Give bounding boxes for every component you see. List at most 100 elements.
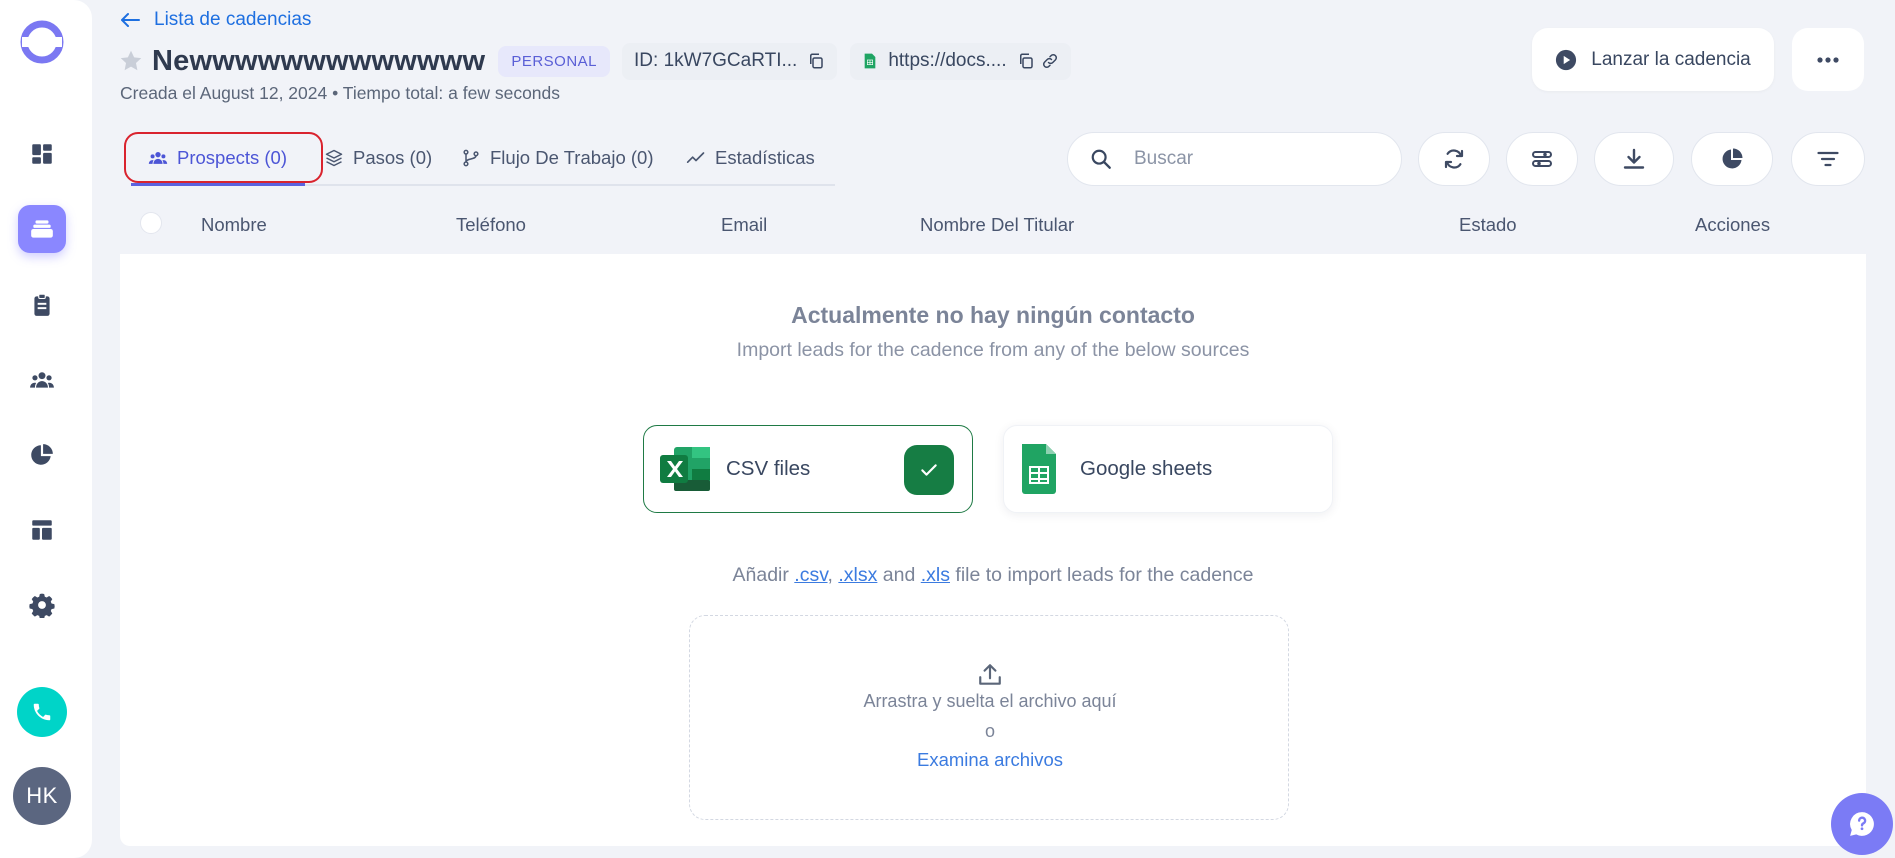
cadence-title: Newwwwwwwwwwwww — [152, 44, 486, 77]
hint-text: , — [827, 564, 839, 586]
avatar[interactable]: HK — [13, 767, 71, 825]
column-name: Nombre — [201, 214, 267, 235]
type-badge: PERSONAL — [498, 45, 611, 77]
search-input[interactable] — [1134, 148, 1364, 170]
copy-icon[interactable] — [1017, 52, 1035, 70]
nav-templates[interactable] — [18, 506, 66, 554]
csv-link[interactable]: .csv — [794, 564, 827, 586]
more-horizontal-icon — [1817, 56, 1839, 63]
play-icon — [1556, 49, 1577, 70]
download-icon — [1623, 148, 1645, 169]
active-tab-indicator — [131, 183, 305, 186]
people-icon — [148, 152, 168, 164]
file-dropzone[interactable]: Arrastra y suelta el archivo aquí o Exam… — [689, 615, 1289, 820]
google-sheets-icon — [864, 53, 876, 69]
empty-subtitle: Import leads for the cadence from any of… — [736, 339, 1250, 361]
nav-cadences[interactable] — [18, 205, 66, 253]
analytics-button[interactable] — [1691, 132, 1773, 186]
app-logo[interactable] — [18, 18, 66, 66]
dashboard-icon — [32, 144, 52, 164]
hint-text: file to import leads for the cadence — [950, 564, 1254, 586]
xlsx-link[interactable]: .xlsx — [838, 564, 877, 586]
tab-label: Pasos (0) — [353, 147, 433, 168]
nav-reports[interactable] — [18, 431, 66, 479]
xls-link[interactable]: .xls — [921, 564, 950, 586]
nav-settings[interactable] — [18, 581, 66, 629]
nav-people[interactable] — [18, 356, 66, 404]
git-branch-icon — [463, 149, 479, 167]
nav-tasks[interactable] — [18, 281, 66, 329]
upload-icon — [979, 664, 1001, 685]
star-icon[interactable] — [118, 48, 144, 74]
csv-label: CSV files — [726, 457, 811, 480]
phone-icon — [33, 703, 51, 721]
tab-workflow[interactable]: Flujo De Trabajo (0) — [461, 132, 653, 184]
browse-files-link[interactable]: Examina archivos — [690, 749, 1290, 771]
created-info: Creada el August 12, 2024 • Tiempo total… — [120, 83, 561, 103]
google-sheets-icon — [1022, 444, 1056, 494]
clipboard-icon — [34, 293, 50, 316]
cadences-icon — [31, 220, 53, 238]
refresh-button[interactable] — [1418, 132, 1490, 186]
refresh-icon — [1444, 149, 1464, 169]
download-button[interactable] — [1594, 132, 1674, 186]
search-box — [1067, 132, 1402, 186]
pie-chart-icon — [1722, 148, 1743, 169]
pie-chart-icon — [31, 444, 53, 465]
tab-bar: Prospects (0) Pasos (0) Flujo De Trabajo… — [131, 132, 835, 186]
launch-cadence-button[interactable]: Lanzar la cadencia — [1532, 28, 1774, 91]
filter-button[interactable] — [1791, 132, 1865, 186]
csv-source-card[interactable]: CSV files — [643, 425, 973, 513]
or-label: o — [984, 721, 995, 741]
trend-line-icon — [686, 152, 705, 163]
copy-icon[interactable] — [807, 52, 825, 70]
layers-icon — [325, 149, 343, 167]
selected-check — [904, 445, 954, 495]
column-phone: Teléfono — [456, 214, 526, 235]
tab-prospects[interactable]: Prospects (0) — [148, 132, 287, 184]
filter-icon — [1817, 151, 1839, 167]
table-header: Nombre Teléfono Email Nombre Del Titular… — [120, 208, 1866, 248]
launch-label: Lanzar la cadencia — [1591, 48, 1751, 70]
gear-icon — [29, 593, 55, 618]
sheet-link-text[interactable]: https://docs.... — [888, 50, 1006, 72]
back-to-cadence-list[interactable]: Lista de cadencias — [120, 9, 311, 31]
google-sheets-label: Google sheets — [1080, 457, 1213, 480]
sidebar: HK — [0, 0, 92, 858]
tab-label: Estadísticas — [715, 147, 815, 168]
link-icon[interactable] — [1041, 52, 1059, 70]
column-actions: Acciones — [1695, 214, 1771, 235]
hint-text: and — [877, 564, 921, 586]
sheet-link-chip: https://docs.... — [850, 42, 1071, 80]
hint-text: Añadir — [732, 564, 795, 586]
file-type-hint: Añadir .csv, .xlsx and .xls file to impo… — [120, 564, 1866, 587]
settings-toggle-button[interactable] — [1506, 132, 1578, 186]
column-owner: Nombre Del Titular — [920, 214, 1075, 235]
sliders-icon — [1532, 151, 1552, 167]
google-sheets-source-card[interactable]: Google sheets — [1003, 425, 1333, 513]
tab-label: Flujo De Trabajo (0) — [490, 147, 654, 168]
tab-label: Prospects (0) — [177, 147, 288, 168]
empty-title: Actualmente no hay ningún contacto — [791, 302, 1195, 328]
layout-icon — [32, 520, 52, 540]
call-button[interactable] — [17, 687, 67, 737]
tab-statistics[interactable]: Estadísticas — [686, 132, 815, 184]
id-text: ID: 1kW7GCaRTI... — [634, 50, 798, 71]
column-email: Email — [721, 214, 768, 235]
people-icon — [30, 372, 54, 388]
help-chat-icon — [1850, 812, 1874, 836]
arrow-left-icon — [121, 13, 140, 27]
search-icon — [1091, 149, 1111, 169]
empty-state-panel: Actualmente no hay ningún contacto Impor… — [120, 254, 1866, 846]
help-chat-button[interactable] — [1831, 793, 1893, 855]
id-chip: ID: 1kW7GCaRTI... — [622, 42, 838, 80]
back-link-label: Lista de cadencias — [154, 9, 312, 30]
more-options-button[interactable] — [1792, 28, 1864, 91]
nav-dashboard[interactable] — [18, 130, 66, 178]
drop-instruction: Arrastra y suelta el archivo aquí — [863, 691, 1117, 711]
tab-steps[interactable]: Pasos (0) — [324, 132, 432, 184]
excel-icon — [660, 447, 710, 491]
check-icon — [921, 464, 937, 476]
title-row: Newwwwwwwwwwwww PERSONAL ID: 1kW7GCaRTI.… — [118, 42, 1084, 80]
column-status: Estado — [1459, 214, 1517, 235]
